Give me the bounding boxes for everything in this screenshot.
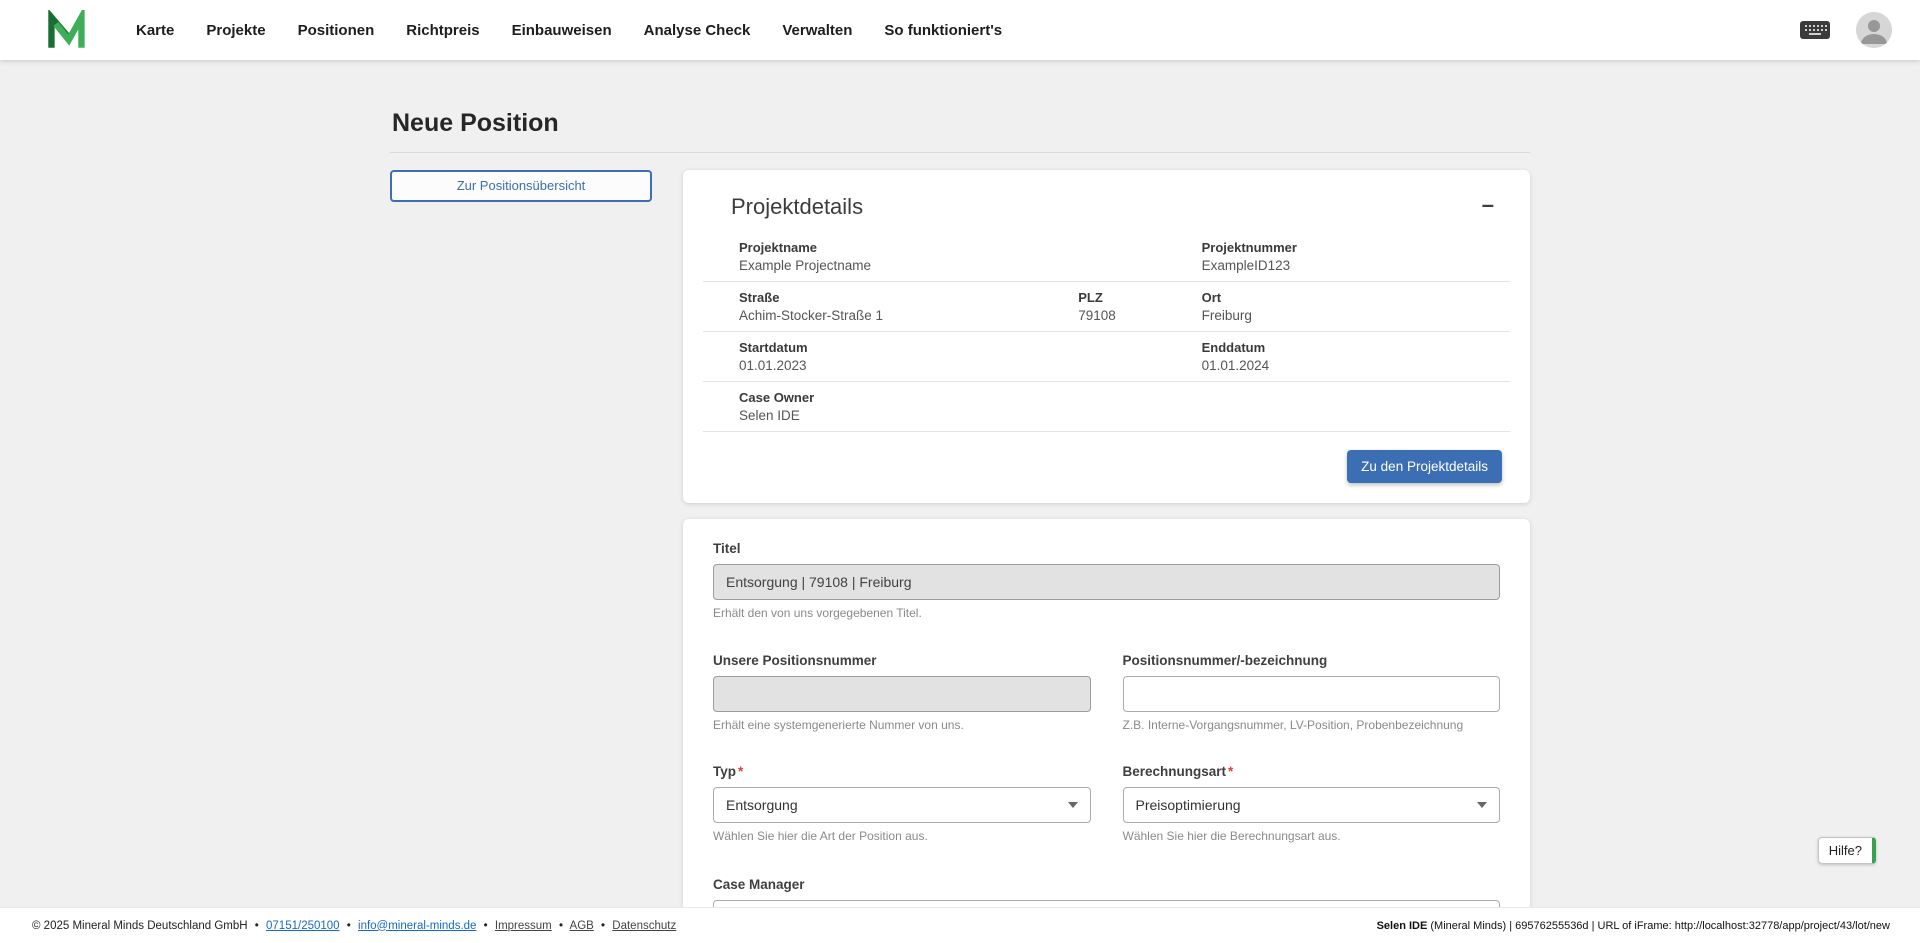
- footer-session-info: Selen IDE (Mineral Minds) | 69576255536d…: [1377, 920, 1890, 932]
- separator: •: [255, 920, 259, 932]
- footer-link-phone[interactable]: 07151/250100: [266, 920, 340, 932]
- field-value: Example Projectname: [739, 258, 1192, 273]
- required-marker: *: [1228, 764, 1233, 779]
- field-value: ExampleID123: [1202, 258, 1500, 273]
- field-label: PLZ: [1078, 290, 1191, 305]
- nav-item-analyse-check[interactable]: Analyse Check: [644, 22, 751, 39]
- berechnungsart-label: Berechnungsart: [1123, 764, 1227, 779]
- user-avatar[interactable]: [1856, 12, 1892, 48]
- berechnungsart-field: Berechnungsart* Preisoptimierung Wählen …: [1123, 764, 1501, 845]
- case-manager-label: Case Manager: [713, 877, 1500, 892]
- app-logo[interactable]: [46, 10, 86, 50]
- case-manager-input[interactable]: [713, 900, 1500, 907]
- field-label: Projektname: [739, 240, 1192, 255]
- footer-link-agb[interactable]: AGB: [570, 920, 594, 932]
- nav-item-projekte[interactable]: Projekte: [206, 22, 265, 39]
- nav-item-positionen[interactable]: Positionen: [298, 22, 375, 39]
- chevron-down-icon: [1068, 802, 1078, 808]
- typ-label: Typ: [713, 764, 736, 779]
- left-column: Zur Positionsübersicht: [390, 170, 652, 202]
- footer-user: Selen IDE: [1377, 920, 1428, 932]
- typ-selected-value: Entsorgung: [726, 797, 798, 813]
- field-label: Straße: [739, 290, 1068, 305]
- typ-select[interactable]: Entsorgung: [713, 787, 1091, 823]
- footer-link-email[interactable]: info@mineral-minds.de: [358, 920, 476, 932]
- table-row: Projektname Example Projectname Projektn…: [703, 232, 1510, 282]
- footer-link-impressum[interactable]: Impressum: [495, 920, 552, 932]
- separator: •: [484, 920, 488, 932]
- field-value: Achim-Stocker-Straße 1: [739, 308, 1068, 323]
- separator: •: [347, 920, 351, 932]
- mineral-minds-logo-icon: [46, 10, 86, 50]
- field-label: Startdatum: [739, 340, 1192, 355]
- footer: © 2025 Mineral Minds Deutschland GmbH • …: [0, 907, 1920, 943]
- field-label: Case Owner: [739, 390, 1500, 405]
- field-value: 01.01.2023: [739, 358, 1192, 373]
- top-nav: Karte Projekte Positionen Richtpreis Ein…: [0, 0, 1920, 60]
- field-label: Enddatum: [1202, 340, 1500, 355]
- field-value: Selen IDE: [739, 408, 1500, 423]
- table-row: Straße Achim-Stocker-Straße 1 PLZ 79108 …: [703, 282, 1510, 332]
- footer-info: (Mineral Minds) | 69576255536d | URL of …: [1427, 920, 1890, 932]
- page-title: Neue Position: [392, 109, 1530, 138]
- project-details-button[interactable]: Zu den Projektdetails: [1347, 450, 1502, 483]
- nav-item-richtpreis[interactable]: Richtpreis: [406, 22, 479, 39]
- typ-field: Typ* Entsorgung Wählen Sie hier die Art …: [713, 764, 1091, 845]
- field-label: Ort: [1202, 290, 1500, 305]
- main-navigation: Karte Projekte Positionen Richtpreis Ein…: [136, 22, 1002, 39]
- back-to-positions-button[interactable]: Zur Positionsübersicht: [390, 170, 652, 202]
- project-card-title: Projektdetails: [731, 194, 863, 220]
- separator: •: [559, 920, 563, 932]
- position-number-help: Z.B. Interne-Vorgangsnummer, LV-Position…: [1123, 718, 1501, 734]
- titel-label: Titel: [713, 541, 1500, 556]
- project-details-table: Projektname Example Projectname Projektn…: [703, 232, 1510, 432]
- our-position-number-label: Unsere Positionsnummer: [713, 653, 1091, 668]
- berechnungsart-help: Wählen Sie hier die Berechnungsart aus.: [1123, 829, 1501, 845]
- berechnungsart-select[interactable]: Preisoptimierung: [1123, 787, 1501, 823]
- table-row: Startdatum 01.01.2023 Enddatum 01.01.202…: [703, 332, 1510, 382]
- our-position-number-input: [713, 676, 1091, 712]
- titel-field: Titel Erhält den von uns vorgegebenen Ti…: [713, 541, 1500, 622]
- our-position-number-field: Unsere Positionsnummer Erhält eine syste…: [713, 653, 1091, 734]
- berechnungsart-selected-value: Preisoptimierung: [1136, 797, 1241, 813]
- footer-legal: © 2025 Mineral Minds Deutschland GmbH • …: [32, 920, 676, 932]
- case-manager-field: Case Manager: [713, 877, 1500, 907]
- nav-item-verwalten[interactable]: Verwalten: [782, 22, 852, 39]
- required-marker: *: [738, 764, 743, 779]
- typ-help: Wählen Sie hier die Art der Position aus…: [713, 829, 1091, 845]
- collapse-button[interactable]: –: [1472, 190, 1504, 220]
- help-button[interactable]: Hilfe?: [1818, 837, 1876, 864]
- nav-item-karte[interactable]: Karte: [136, 22, 174, 39]
- copyright-text: © 2025 Mineral Minds Deutschland GmbH: [32, 920, 248, 932]
- keyboard-icon[interactable]: [1800, 21, 1830, 39]
- field-label: Projektnummer: [1202, 240, 1500, 255]
- main-content: Neue Position Zur Positionsübersicht Pro…: [0, 60, 1920, 907]
- nav-right-controls: [1800, 12, 1892, 48]
- our-position-number-help: Erhält eine systemgenerierte Nummer von …: [713, 718, 1091, 734]
- nav-item-so-funktionierts[interactable]: So funktioniert's: [884, 22, 1002, 39]
- position-number-label: Positionsnummer/-bezeichnung: [1123, 653, 1501, 668]
- table-row: Case Owner Selen IDE: [703, 382, 1510, 432]
- footer-link-datenschutz[interactable]: Datenschutz: [612, 920, 676, 932]
- title-divider: [390, 152, 1530, 153]
- titel-input: [713, 564, 1500, 600]
- field-value: 79108: [1078, 308, 1191, 323]
- chevron-down-icon: [1477, 802, 1487, 808]
- field-value: 01.01.2024: [1202, 358, 1500, 373]
- position-number-input[interactable]: [1123, 676, 1501, 712]
- field-value: Freiburg: [1202, 308, 1500, 323]
- separator: •: [601, 920, 605, 932]
- position-number-field: Positionsnummer/-bezeichnung Z.B. Intern…: [1123, 653, 1501, 734]
- nav-item-einbauweisen[interactable]: Einbauweisen: [512, 22, 612, 39]
- project-details-card: Projektdetails – Projektname Example Pro…: [683, 170, 1530, 503]
- titel-help: Erhält den von uns vorgegebenen Titel.: [713, 606, 1500, 622]
- position-form-card: Titel Erhält den von uns vorgegebenen Ti…: [683, 519, 1530, 907]
